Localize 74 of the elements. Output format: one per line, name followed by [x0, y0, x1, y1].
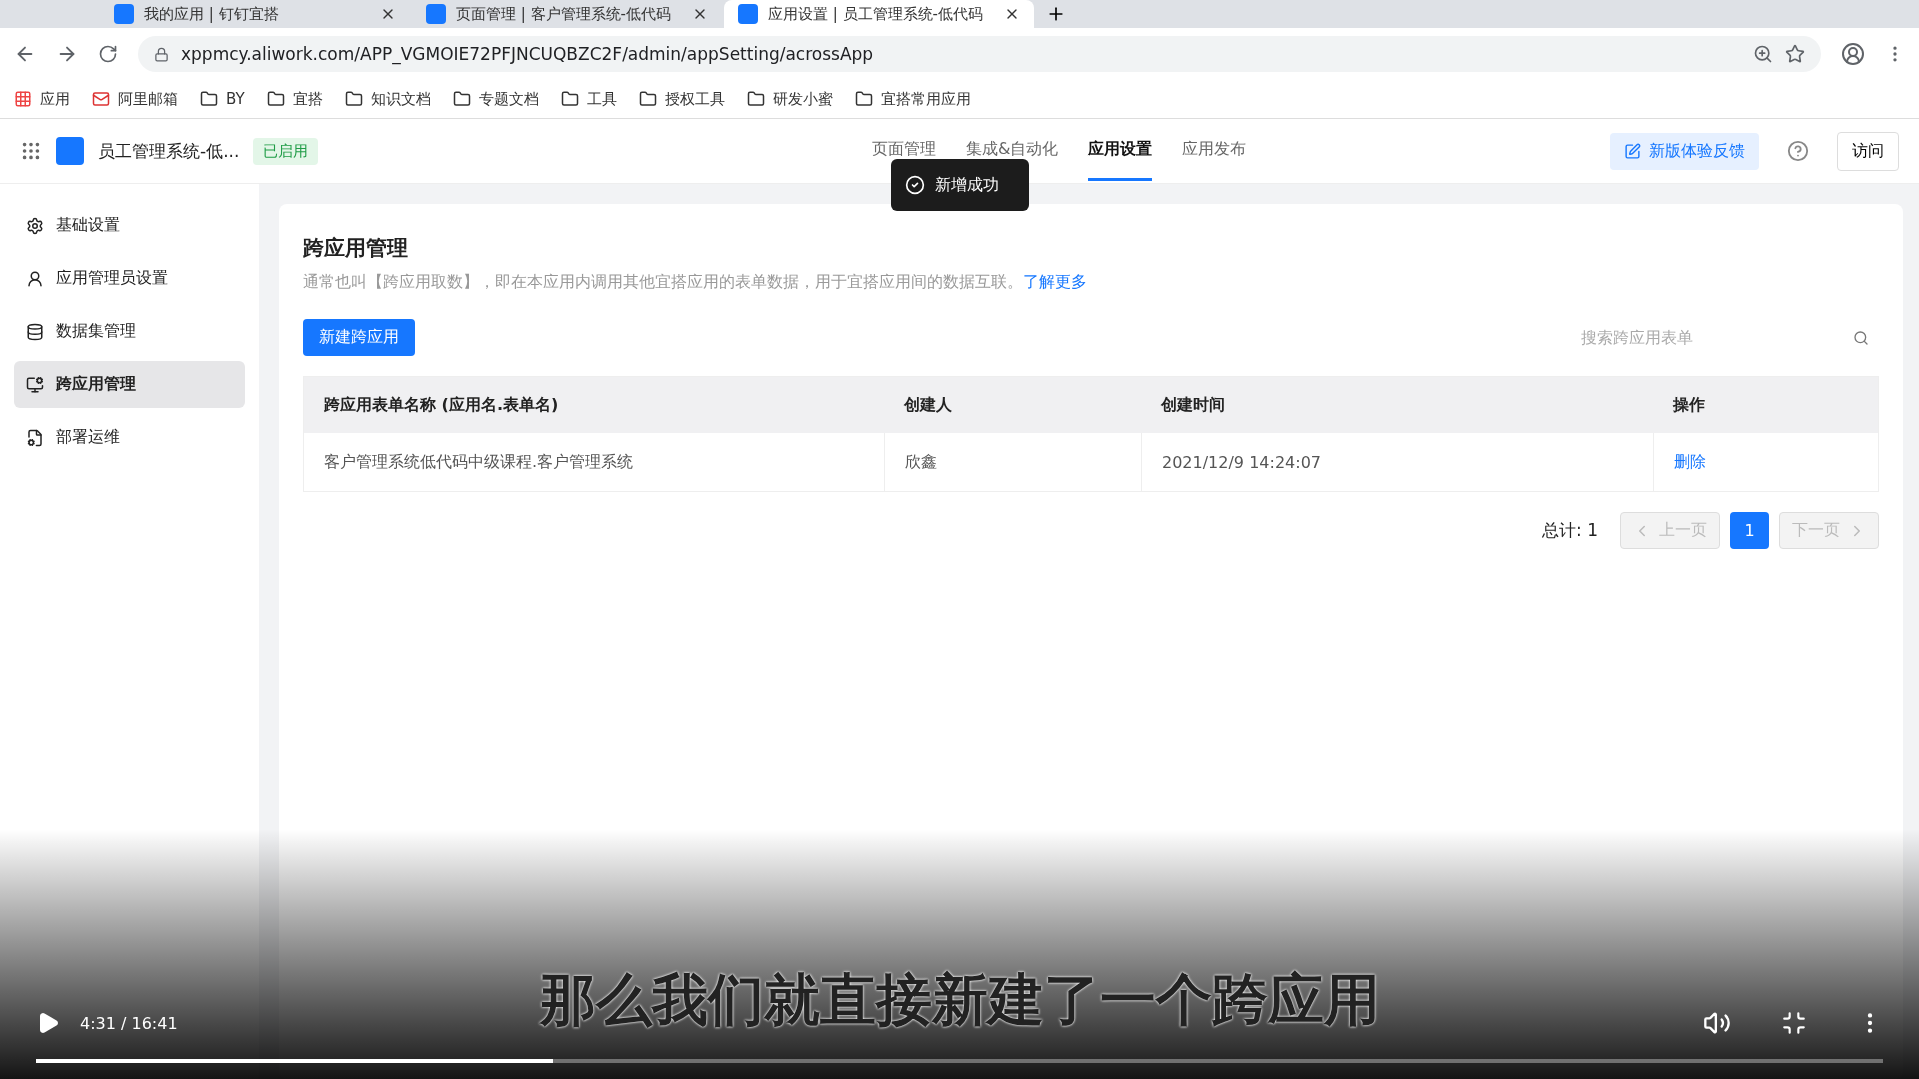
mail-icon: [92, 90, 110, 108]
description: 通常也叫【跨应用取数】，即在本应用内调用其他宜搭应用的表单数据，用于宜搭应用间的数据互联。了解更多: [303, 272, 1088, 293]
progress-bar[interactable]: [36, 1059, 1883, 1063]
apps-grid-icon[interactable]: [20, 140, 42, 162]
bookmark[interactable]: 宜搭: [266, 89, 323, 109]
delete-link[interactable]: 删除: [1674, 451, 1706, 473]
new-button[interactable]: 新建跨应用: [303, 319, 415, 356]
column-header: 创建时间: [1141, 377, 1653, 433]
app-logo-icon: [114, 4, 134, 24]
nav-tab[interactable]: 应用设置: [1088, 121, 1153, 181]
app-name: 员工管理系统-低...: [98, 139, 240, 163]
bookmark[interactable]: 专题文档: [452, 89, 539, 109]
bookmark[interactable]: 阿里邮箱: [92, 89, 178, 109]
address-bar[interactable]: xppmcy.aliwork.com/APP_VGMOIE72PFJNCUQBZC2F/admin/appSetting/acrossApp: [138, 36, 1821, 72]
url-text: xppmcy.aliwork.com/APP_VGMOIE72PFJNCUQBZC2F/admin/appSetting/acrossApp: [181, 44, 875, 64]
zoom-icon[interactable]: [1753, 44, 1773, 64]
column-header: 跨应用表单名称 (应用名.表单名): [304, 377, 884, 433]
sidebar-item[interactable]: 应用管理员设置: [14, 255, 245, 302]
subtitle: 那么我们就直接新建了一个跨应用: [539, 966, 1380, 1034]
star-icon[interactable]: [1785, 44, 1805, 64]
browser-tab[interactable]: 页面管理 | 客户管理系统-低代码: [412, 0, 722, 28]
folder-icon: [344, 90, 363, 108]
sidebar-item[interactable]: 基础设置: [14, 202, 245, 249]
edit-icon: [1624, 142, 1641, 160]
folder-icon: [266, 90, 285, 108]
column-header: 操作: [1653, 377, 1878, 433]
monitor-icon: [26, 375, 44, 394]
learn-more-link[interactable]: 了解更多: [1023, 272, 1087, 291]
sidebar-item[interactable]: 数据集管理: [14, 308, 245, 355]
folder-icon: [560, 90, 579, 108]
bookmark[interactable]: 研发小蜜: [746, 89, 833, 109]
bookmark[interactable]: BY: [200, 90, 245, 108]
app-logo-icon: [738, 4, 758, 24]
bookmark[interactable]: 知识文档: [344, 89, 431, 109]
sidebar-item[interactable]: 跨应用管理: [14, 361, 245, 408]
browser-tab[interactable]: 应用设置 | 员工管理系统-低代码: [724, 0, 1034, 28]
success-toast: 新增成功: [891, 159, 1029, 211]
video-time: 4:31 / 16:41: [80, 1013, 179, 1033]
bookmark[interactable]: 授权工具: [638, 89, 725, 109]
table-cell: 2021/12/9 14:24:07: [1141, 433, 1653, 491]
apps-icon: [14, 90, 32, 108]
database-icon: [26, 322, 44, 341]
user-icon: [26, 269, 44, 288]
sidebar-item[interactable]: 部署运维: [14, 414, 245, 461]
bookmark[interactable]: 宜搭常用应用: [854, 89, 971, 109]
column-header: 创建人: [884, 377, 1141, 433]
feedback-button[interactable]: 新版体验反馈: [1610, 132, 1759, 170]
visit-button[interactable]: 访问: [1837, 131, 1899, 171]
page-button[interactable]: 1: [1730, 512, 1769, 549]
folder-icon: [452, 90, 471, 108]
lock-icon: [154, 46, 169, 62]
app-logo-icon: [426, 4, 446, 24]
folder-icon: [746, 90, 765, 108]
nav-tab[interactable]: 应用发布: [1182, 121, 1247, 181]
folder-icon: [854, 90, 873, 108]
table-cell: 欣鑫: [884, 433, 1141, 491]
table-cell-text: 客户管理系统低代码中级课程.客户管理系统: [323, 450, 635, 473]
bookmark[interactable]: 工具: [560, 89, 617, 109]
help-icon[interactable]: [1787, 140, 1809, 162]
page-title: 跨应用管理: [303, 235, 409, 262]
search-icon[interactable]: [1853, 329, 1869, 346]
app-logo-icon: [56, 137, 84, 165]
profile-icon[interactable]: [1841, 42, 1865, 66]
bookmark[interactable]: 应用: [14, 89, 70, 109]
folder-icon: [638, 90, 657, 108]
browser-tab[interactable]: 我的应用 | 钉钉宜搭: [100, 0, 410, 28]
exit-fullscreen-icon[interactable]: [1781, 1010, 1807, 1036]
document-icon: [26, 428, 44, 447]
gear-icon: [26, 216, 44, 235]
total-count: 总计: 1: [1542, 519, 1598, 542]
check-icon: [905, 175, 925, 195]
status-tag: 已启用: [253, 137, 319, 165]
folder-icon: [200, 90, 218, 108]
reload-icon[interactable]: [98, 44, 118, 64]
